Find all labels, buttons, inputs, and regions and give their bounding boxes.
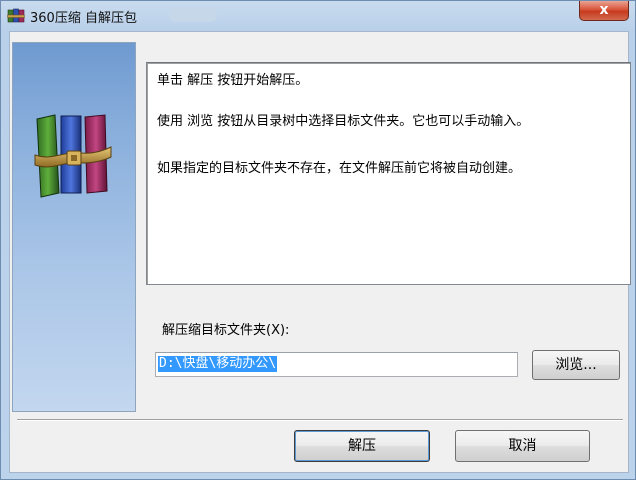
destination-folder-value: D:\快盘\移动办公\ <box>158 356 278 372</box>
sfx-dialog-window: 360压缩 自解压包 x 单击 解压 按钮开始解压。 使用 浏览 按钮从目录树中… <box>0 0 636 480</box>
window-title: 360压缩 自解压包 <box>30 11 137 26</box>
cancel-button[interactable]: 取消 <box>455 430 590 462</box>
close-button[interactable]: x <box>579 1 629 21</box>
title-bar[interactable]: 360压缩 自解压包 x <box>1 1 635 31</box>
close-icon: x <box>599 2 609 18</box>
dialog-client-area: 单击 解压 按钮开始解压。 使用 浏览 按钮从目录树中选择目标文件夹。它也可以手… <box>9 31 631 473</box>
instruction-line-3: 如果指定的目标文件夹不存在，在文件解压前它将被自动创建。 <box>157 161 522 176</box>
destination-folder-input[interactable]: D:\快盘\移动办公\ <box>155 352 518 377</box>
winrar-books-icon <box>7 8 25 23</box>
books-archive-icon <box>34 114 112 198</box>
separator-line <box>17 419 623 421</box>
title-blur-decoration <box>169 8 217 22</box>
browse-button[interactable]: 浏览... <box>532 350 620 380</box>
extract-button[interactable]: 解压 <box>294 430 430 462</box>
instruction-line-1: 单击 解压 按钮开始解压。 <box>157 73 309 88</box>
side-banner <box>12 42 136 412</box>
destination-folder-label: 解压缩目标文件夹(X): <box>162 323 290 338</box>
instruction-line-2: 使用 浏览 按钮从目录树中选择目标文件夹。它也可以手动输入。 <box>157 114 530 129</box>
instructions-text-box: 单击 解压 按钮开始解压。 使用 浏览 按钮从目录树中选择目标文件夹。它也可以手… <box>146 62 631 285</box>
